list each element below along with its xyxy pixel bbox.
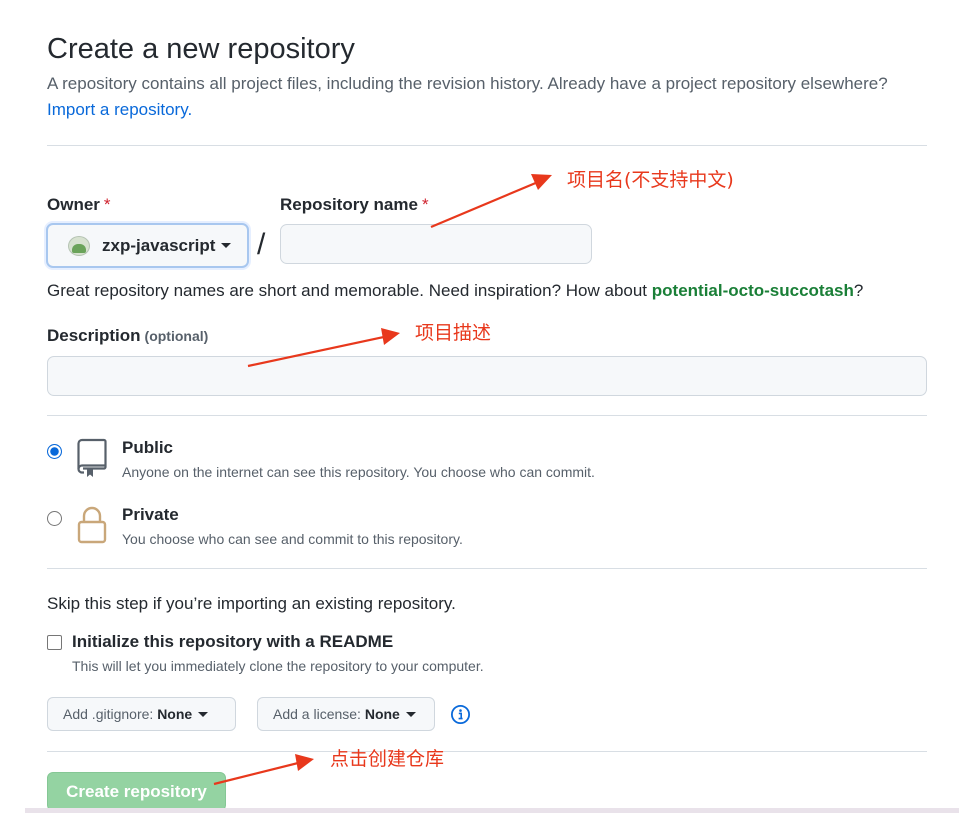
owner-label-text: Owner	[47, 195, 100, 214]
info-icon[interactable]	[450, 704, 471, 725]
readme-desc: This will let you immediately clone the …	[72, 658, 484, 674]
divider	[47, 568, 927, 569]
readme-checkbox[interactable]	[47, 635, 62, 650]
owner-repo-separator: /	[257, 228, 266, 261]
repo-name-label-text: Repository name	[280, 195, 418, 214]
skip-step-text: Skip this step if you’re importing an ex…	[47, 594, 456, 613]
description-label-text: Description	[47, 326, 141, 345]
description-input[interactable]	[47, 356, 927, 396]
private-radio[interactable]	[47, 511, 62, 526]
page-title: Create a new repository	[47, 33, 355, 65]
lock-icon	[77, 506, 107, 544]
private-desc: You choose who can see and commit to thi…	[122, 531, 463, 547]
bottom-scrollbar-strip	[25, 808, 959, 813]
repo-name-hint: Great repository names are short and mem…	[47, 280, 863, 302]
optional-hint: (optional)	[144, 328, 209, 344]
arrow-to-repo-name	[430, 174, 552, 229]
repo-icon	[77, 438, 107, 477]
annotation-create: 点击创建仓库	[330, 748, 445, 770]
caret-down-icon	[198, 711, 209, 717]
owner-label: Owner *	[47, 194, 111, 216]
description-label: Description (optional)	[47, 325, 208, 347]
annotation-repo-name: 项目名(不支持中文)	[567, 169, 734, 191]
hint-text: Great repository names are short and mem…	[47, 281, 652, 300]
divider	[47, 751, 927, 752]
private-title: Private	[122, 505, 179, 524]
gitignore-label: Add .gitignore:	[63, 706, 154, 722]
gitignore-select-button[interactable]: Add .gitignore: None	[47, 697, 236, 731]
create-repository-button[interactable]: Create repository	[47, 772, 226, 811]
divider	[47, 145, 927, 146]
license-select-button[interactable]: Add a license: None	[257, 697, 435, 731]
repository-name-input[interactable]	[280, 224, 592, 264]
license-value: None	[364, 706, 400, 722]
license-label: Add a license:	[273, 706, 361, 722]
owner-select-button[interactable]: zxp-javascript	[46, 223, 249, 268]
caret-down-icon	[221, 243, 232, 248]
import-repository-link[interactable]: Import a repository.	[47, 98, 192, 122]
public-desc: Anyone on the internet can see this repo…	[122, 464, 595, 480]
public-title: Public	[122, 438, 174, 457]
divider	[47, 415, 927, 416]
page-subtitle: A repository contains all project files,…	[47, 74, 888, 93]
name-suggestion[interactable]: potential-octo-succotash	[652, 281, 854, 300]
annotation-description: 项目描述	[415, 322, 492, 344]
caret-down-icon	[405, 711, 416, 717]
repo-name-label: Repository name *	[280, 194, 429, 216]
arrow-to-create	[213, 754, 314, 786]
owner-value: zxp-javascript	[102, 235, 216, 255]
gitignore-value: None	[157, 706, 193, 722]
readme-label[interactable]: Initialize this repository with a README	[72, 631, 393, 653]
hint-suffix: ?	[853, 281, 864, 300]
public-radio[interactable]	[47, 444, 62, 459]
avatar-icon	[68, 235, 90, 256]
required-mark: *	[421, 195, 429, 214]
required-mark: *	[103, 195, 111, 214]
